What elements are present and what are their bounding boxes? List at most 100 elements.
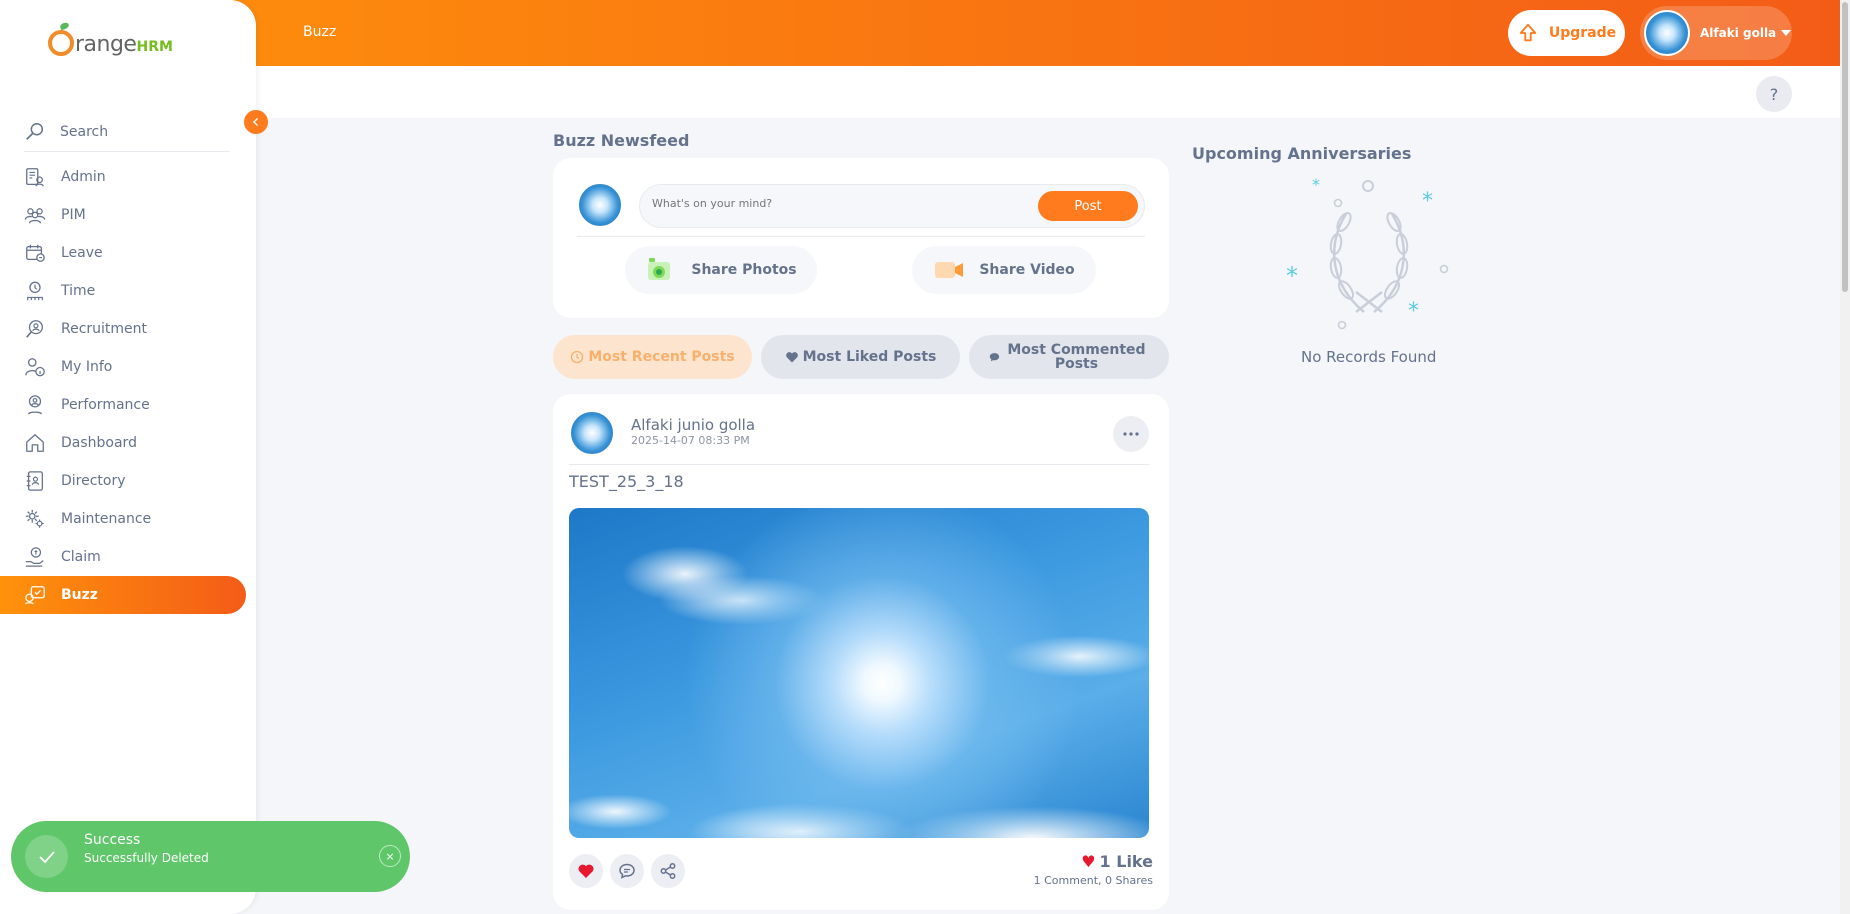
share-icon [660,863,676,879]
brand-text: range [75,32,137,57]
svg-text:*: * [1408,299,1419,324]
share-photos-label: Share Photos [691,262,797,278]
scrollbar-thumb[interactable] [1842,2,1848,292]
brand-suffix: HRM [136,39,173,55]
main-menu: Admin PIM Leave Time Recruitment My Info… [0,158,246,614]
tab-label: Most Recent Posts [588,349,735,365]
sidebar-item-dashboard[interactable]: Dashboard [0,424,246,462]
heart-icon: ♥ [1081,852,1096,871]
post-text: TEST_25_3_18 [569,472,684,491]
sidebar-item-label: Directory [61,473,126,489]
like-button[interactable] [569,854,603,888]
sidebar-item-performance[interactable]: Performance [0,386,246,424]
post-input-wrapper[interactable]: Post [639,184,1145,228]
directory-icon [26,471,43,491]
sidebar-item-pim[interactable]: PIM [0,196,246,234]
post-card: Alfaki junio golla 2025-14-07 08:33 PM T… [553,394,1169,910]
performance-icon [27,395,43,415]
search-icon [26,122,44,140]
post-button[interactable]: Post [1038,191,1138,221]
sidebar-item-leave[interactable]: Leave [0,234,246,272]
share-video-button[interactable]: Share Video [912,246,1096,294]
comment-button[interactable] [610,854,644,888]
post-timestamp: 2025-14-07 08:33 PM [631,434,750,447]
ellipsis-icon [1123,432,1139,436]
orangehrm-logo[interactable]: range HRM [48,30,173,56]
sidebar-item-label: Claim [61,549,101,565]
chevron-left-icon [252,117,259,127]
time-icon [27,281,43,301]
post-input[interactable] [652,197,1032,210]
chevron-down-icon [1781,30,1792,36]
share-video-label: Share Video [979,262,1075,278]
more-options-button[interactable] [1113,416,1149,452]
sidebar-item-buzz[interactable]: Buzz [0,576,246,614]
divider [569,464,1149,465]
svg-text:*: * [1312,175,1320,194]
heart-icon [578,864,594,878]
my-info-icon [25,358,45,377]
toast-message: Successfully Deleted [84,851,209,865]
post-image[interactable] [569,508,1149,838]
sidebar-item-label: Leave [61,245,103,261]
video-camera-icon [935,262,964,278]
sidebar-item-directory[interactable]: Directory [0,462,246,500]
tab-most-commented[interactable]: Most Commented Posts [969,335,1169,379]
sidebar-search[interactable]: Search [24,112,230,152]
newsfeed-title: Buzz Newsfeed [553,131,690,150]
upgrade-button[interactable]: Upgrade [1508,10,1625,56]
checkmark-icon [25,835,68,878]
avatar [1644,10,1690,56]
sidebar: range HRM Search Admin PIM Leave Time Re… [0,0,256,914]
sidebar-item-label: Recruitment [61,321,148,337]
tab-label: Most Liked Posts [802,349,937,365]
page-scrollbar[interactable] [1840,0,1850,914]
sidebar-item-label: Dashboard [61,435,137,451]
close-icon[interactable]: × [379,845,401,867]
like-count[interactable]: ♥ 1 Like [1081,852,1153,871]
page-title: Buzz [303,24,337,40]
user-dropdown[interactable]: Alfaki golla [1640,6,1792,60]
tab-most-recent[interactable]: Most Recent Posts [553,335,752,379]
sidebar-item-time[interactable]: Time [0,272,246,310]
sidebar-item-my-info[interactable]: My Info [0,348,246,386]
share-count[interactable]: 0 Shares [1105,874,1153,887]
search-input: Search [60,123,109,140]
claim-icon [25,547,44,567]
sidebar-item-admin[interactable]: Admin [0,158,246,196]
avatar [577,182,623,228]
comment-count[interactable]: 1 Comment [1034,874,1098,887]
top-bar: Buzz Upgrade Alfaki golla [0,0,1840,66]
user-name: Alfaki golla [1700,26,1777,40]
sidebar-item-label: PIM [61,207,86,223]
avatar [569,410,615,456]
separator: , [1098,874,1106,887]
comment-icon [989,353,1000,362]
sidebar-item-label: Buzz [61,587,98,603]
heart-icon [785,352,798,363]
toast-title: Success [84,832,141,848]
collapse-sidebar-button[interactable] [244,110,268,134]
sidebar-item-recruitment[interactable]: Recruitment [0,310,246,348]
svg-text:*: * [1422,189,1433,214]
tab-label: Most Commented Posts [1007,342,1146,372]
leave-icon [26,244,45,262]
help-button[interactable]: ? [1756,76,1792,112]
sidebar-item-claim[interactable]: Claim [0,538,246,576]
buzz-icon [25,586,45,605]
share-button[interactable] [651,854,685,888]
admin-icon [26,168,44,187]
sidebar-item-label: Time [61,283,96,299]
no-records-text: No Records Found [1301,348,1437,366]
success-toast: Success Successfully Deleted × [11,821,410,892]
sidebar-item-label: Performance [61,397,150,413]
dashboard-icon [26,434,44,452]
pim-icon [24,208,46,224]
tab-most-liked[interactable]: Most Liked Posts [761,335,960,379]
clock-icon [571,350,584,364]
sidebar-item-maintenance[interactable]: Maintenance [0,500,246,538]
sidebar-item-label: Admin [61,169,106,185]
share-photos-button[interactable]: Share Photos [625,246,817,294]
engagement-counts: 1 Comment, 0 Shares [1034,874,1153,887]
anniversaries-title: Upcoming Anniversaries [1192,144,1412,163]
